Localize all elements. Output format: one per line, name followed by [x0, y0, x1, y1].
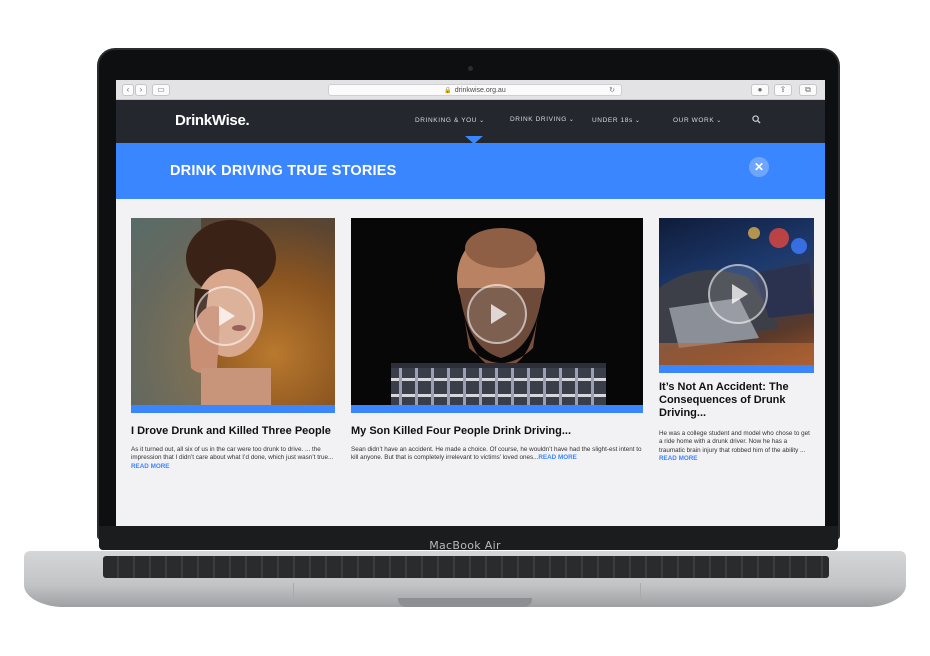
story-card[interactable]: It’s Not An Accident: The Consequences o… [659, 218, 814, 463]
nav-under-18s[interactable]: UNDER 18s ⌄ [592, 117, 640, 124]
story-card[interactable]: My Son Killed Four People Drink Driving.… [351, 218, 643, 463]
read-more-link[interactable]: READ MORE [538, 454, 576, 461]
screen: ‹ › ▭ 🔒 drinkwise.org.au ↻ ● ⇪ ⧉ DrinkWi… [116, 80, 825, 526]
nav-label: OUR WORK [673, 117, 715, 124]
excerpt-text: He was a college student and model who c… [659, 430, 810, 454]
excerpt-text: As it turned out, all six of us in the c… [131, 446, 334, 462]
url-text: drinkwise.org.au [454, 86, 506, 94]
story-thumbnail[interactable] [659, 218, 814, 373]
play-icon[interactable] [708, 264, 768, 324]
nav-drink-driving[interactable]: DRINK DRIVING ⌄ [510, 116, 575, 123]
play-icon[interactable] [195, 286, 255, 346]
banner-pointer [465, 136, 483, 144]
nav-our-work[interactable]: OUR WORK ⌄ [673, 117, 722, 124]
back-icon[interactable]: ‹ [122, 84, 134, 96]
story-excerpt: Sean didn’t have an accident. He made a … [351, 446, 643, 463]
share-icon[interactable]: ⇪ [774, 84, 792, 96]
forward-icon[interactable]: › [135, 84, 147, 96]
lock-icon: 🔒 [444, 87, 452, 94]
tabs-icon[interactable]: ⧉ [799, 84, 817, 96]
nav-label: DRINK DRIVING [510, 116, 567, 123]
stories-banner: DRINK DRIVING TRUE STORIES ✕ [116, 143, 825, 199]
story-excerpt: As it turned out, all six of us in the c… [131, 446, 335, 471]
camera-dot [468, 66, 473, 71]
address-bar[interactable]: 🔒 drinkwise.org.au ↻ [328, 84, 622, 96]
nav-label: DRINKING & YOU [415, 117, 478, 124]
chevron-down-icon: ⌄ [716, 118, 722, 124]
sidebar-icon[interactable]: ▭ [152, 84, 170, 96]
browser-toolbar: ‹ › ▭ 🔒 drinkwise.org.au ↻ ● ⇪ ⧉ [116, 80, 825, 100]
read-more-link[interactable]: READ MORE [659, 455, 697, 462]
banner-title: DRINK DRIVING TRUE STORIES [170, 163, 397, 179]
chevron-down-icon: ⌄ [634, 118, 641, 124]
chevron-down-icon: ⌄ [568, 117, 575, 123]
drinkwise-logo[interactable]: DrinkWise. [175, 112, 250, 129]
close-icon[interactable]: ✕ [749, 157, 769, 177]
lid-notch [398, 598, 532, 607]
excerpt-text: Sean didn’t have an accident. He made a … [351, 446, 642, 462]
story-thumbnail[interactable] [131, 218, 335, 413]
nav-drinking-and-you[interactable]: DRINKING & YOU ⌄ [415, 117, 485, 124]
reload-icon[interactable]: ↻ [609, 86, 615, 94]
thumbnail-accent-bar [351, 405, 643, 413]
download-icon[interactable]: ● [751, 84, 769, 96]
read-more-link[interactable]: READ MORE [131, 463, 169, 470]
story-title[interactable]: I Drove Drunk and Killed Three People [131, 425, 335, 438]
story-thumbnail[interactable] [351, 218, 643, 413]
play-icon[interactable] [467, 284, 527, 344]
story-card[interactable]: I Drove Drunk and Killed Three People As… [131, 218, 335, 471]
chevron-down-icon: ⌄ [479, 118, 485, 124]
nav-label: UNDER 18s [592, 117, 633, 124]
thumbnail-accent-bar [659, 365, 814, 373]
keyboard [103, 556, 829, 578]
thumbnail-accent-bar [131, 405, 335, 413]
story-title[interactable]: My Son Killed Four People Drink Driving.… [351, 425, 643, 438]
story-excerpt: He was a college student and model who c… [659, 430, 814, 463]
story-title[interactable]: It’s Not An Accident: The Consequences o… [659, 381, 814, 420]
search-icon[interactable] [752, 115, 761, 126]
